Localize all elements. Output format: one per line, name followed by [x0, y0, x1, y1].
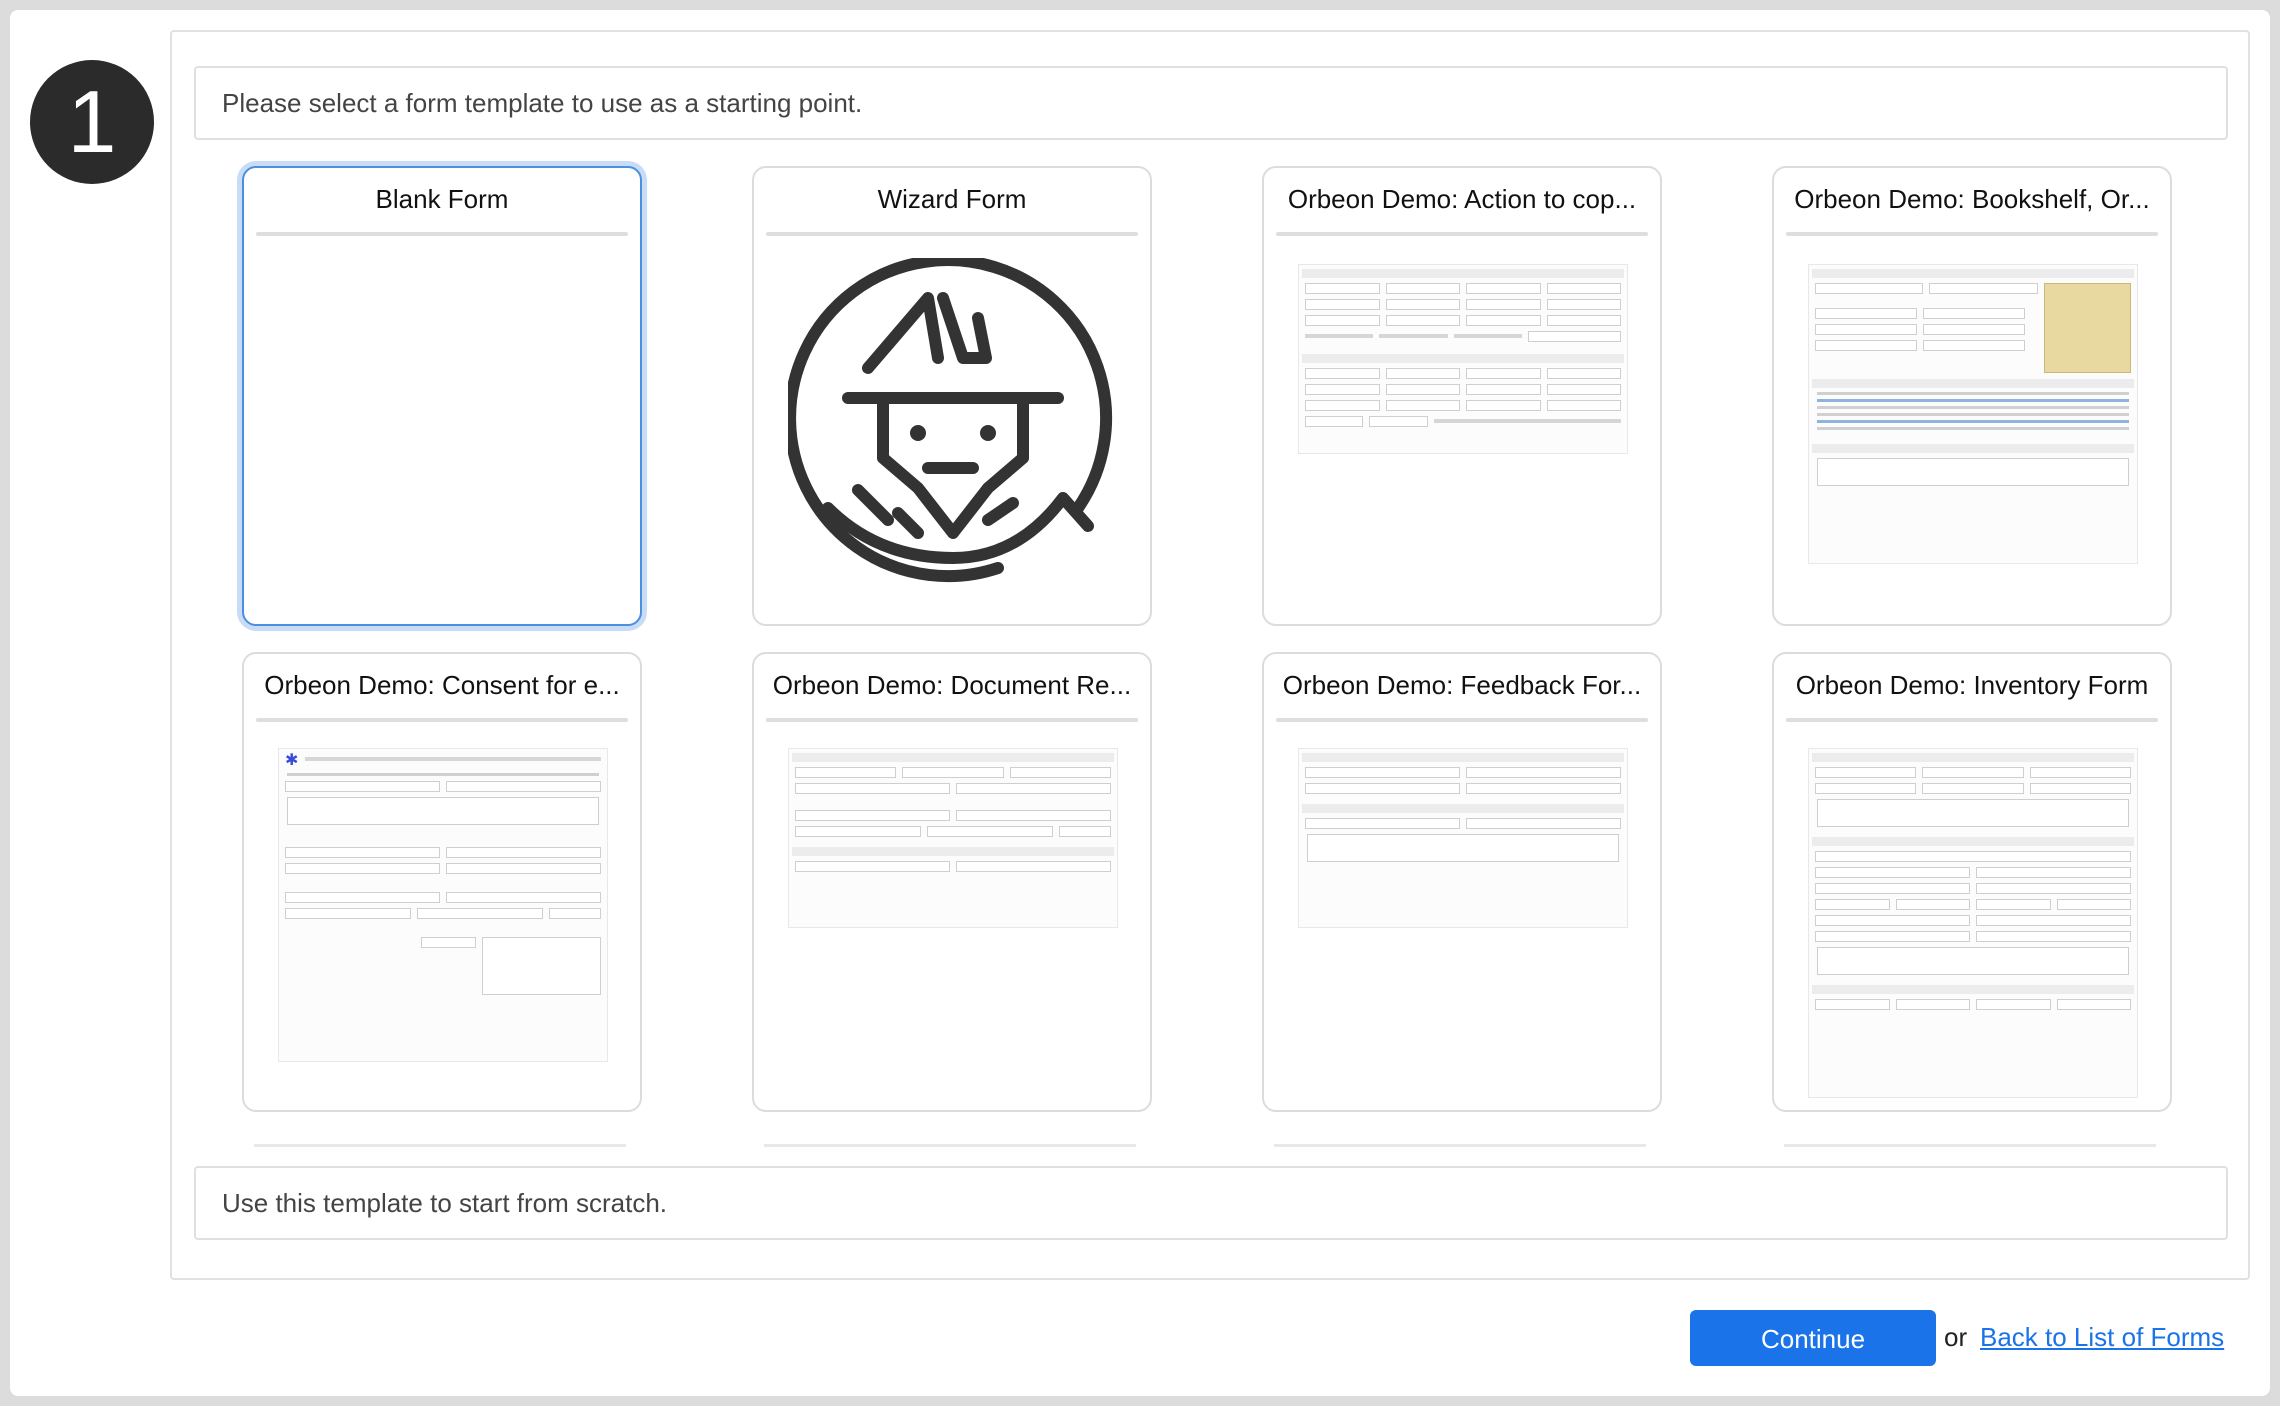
template-preview	[788, 748, 1118, 928]
title-divider	[766, 232, 1138, 236]
template-preview	[1808, 748, 2138, 1098]
next-row-edge	[1274, 1144, 1646, 1147]
step-number-badge: 1	[30, 60, 154, 184]
continue-button[interactable]: Continue	[1690, 1310, 1936, 1366]
title-divider	[256, 232, 628, 236]
title-divider	[1786, 232, 2158, 236]
template-card-blank-form[interactable]: Blank Form	[242, 166, 642, 626]
title-divider	[766, 718, 1138, 722]
template-preview	[1298, 264, 1628, 454]
template-card-document-request[interactable]: Orbeon Demo: Document Re...	[752, 652, 1152, 1112]
template-title: Orbeon Demo: Document Re...	[772, 670, 1132, 700]
template-title: Orbeon Demo: Inventory Form	[1795, 670, 2149, 700]
template-title: Orbeon Demo: Bookshelf, Or...	[1794, 184, 2150, 214]
template-card-action-to-copy[interactable]: Orbeon Demo: Action to cop...	[1262, 166, 1662, 626]
back-to-list-link[interactable]: Back to List of Forms	[1980, 1322, 2224, 1353]
title-divider	[1786, 718, 2158, 722]
title-divider	[1276, 718, 1648, 722]
template-card-inventory[interactable]: Orbeon Demo: Inventory Form	[1772, 652, 2172, 1112]
template-title: Orbeon Demo: Action to cop...	[1287, 184, 1637, 214]
title-divider	[256, 718, 628, 722]
template-card-wizard-form[interactable]: Wizard Form	[752, 166, 1152, 626]
next-row-edge	[254, 1144, 626, 1147]
next-row-edge	[1784, 1144, 2156, 1147]
template-title: Blank Form	[375, 184, 509, 214]
instruction-text: Please select a form template to use as …	[194, 66, 2228, 140]
wizard-eye	[980, 425, 996, 441]
template-card-consent[interactable]: Orbeon Demo: Consent for e... ✱	[242, 652, 642, 1112]
next-row-edge	[764, 1144, 1136, 1147]
template-selection-panel: Please select a form template to use as …	[170, 30, 2250, 1280]
template-title: Orbeon Demo: Feedback For...	[1282, 670, 1642, 700]
wizard-logo-icon	[788, 258, 1113, 583]
or-text: or	[1944, 1322, 1968, 1352]
template-card-feedback[interactable]: Orbeon Demo: Feedback For...	[1262, 652, 1662, 1112]
template-description: Use this template to start from scratch.	[194, 1166, 2228, 1240]
template-preview: ✱	[278, 748, 608, 1062]
template-preview	[1298, 748, 1628, 928]
template-title: Orbeon Demo: Consent for e...	[264, 670, 620, 700]
template-card-bookshelf[interactable]: Orbeon Demo: Bookshelf, Or...	[1772, 166, 2172, 626]
wizard-eye	[910, 425, 926, 441]
title-divider	[1276, 232, 1648, 236]
template-title: Wizard Form	[877, 184, 1027, 214]
page: 1 Please select a form template to use a…	[10, 10, 2270, 1396]
template-preview	[1808, 264, 2138, 564]
